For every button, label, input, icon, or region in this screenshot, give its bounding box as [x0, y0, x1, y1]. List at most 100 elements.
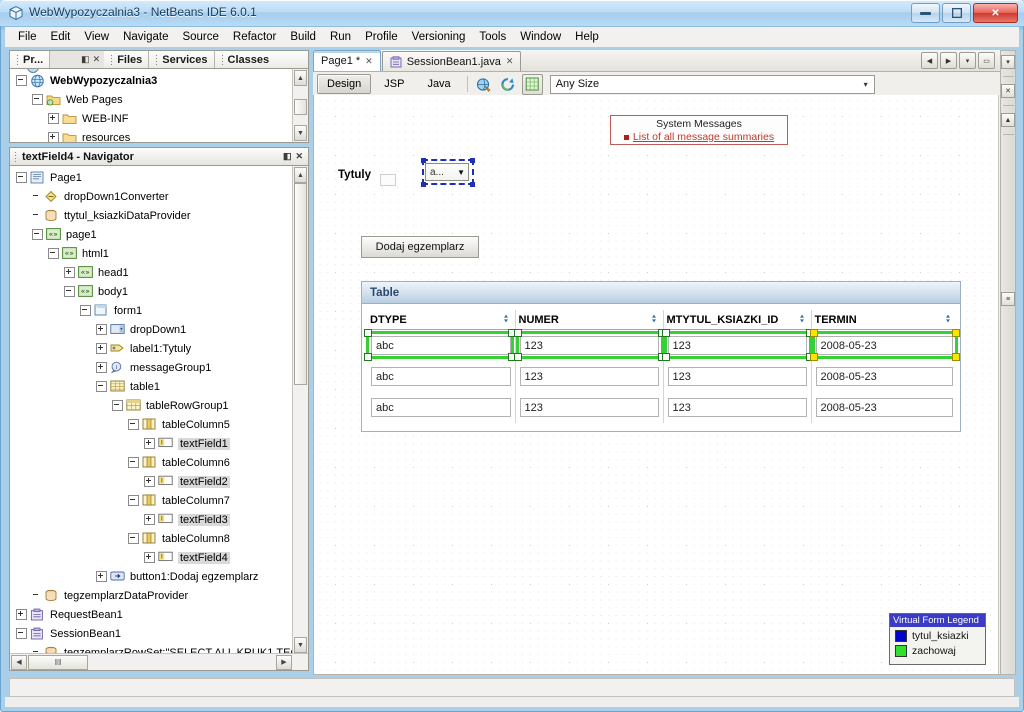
float-icon[interactable]: ◧: [283, 151, 292, 162]
navigator-tree-row[interactable]: i messageGroup1: [10, 358, 293, 377]
preview-in-browser-icon[interactable]: [474, 74, 495, 95]
tree-row-project[interactable]: WebWypozyczalnia3: [10, 71, 293, 90]
menu-file[interactable]: File: [11, 29, 44, 45]
menu-refactor[interactable]: Refactor: [226, 29, 283, 45]
table-cell-textfield[interactable]: 123: [667, 367, 807, 386]
close-icon[interactable]: ✕: [93, 54, 101, 65]
sort-updown-icon[interactable]: [797, 313, 807, 324]
scroll-up-button[interactable]: ▲: [294, 167, 307, 183]
scroll-left-button[interactable]: ◀: [921, 52, 938, 69]
scroll-right-button[interactable]: ▶: [276, 654, 292, 670]
navigator-horizontal-scrollbar[interactable]: ◀ ‖‖ ▶: [10, 653, 308, 670]
expander-icon[interactable]: [144, 476, 155, 487]
projects-vertical-scrollbar[interactable]: ▲ ▼: [292, 69, 308, 142]
page-size-combo[interactable]: Any Size ▾: [549, 74, 875, 94]
menu-source[interactable]: Source: [175, 29, 225, 45]
table-cell-textfield[interactable]: 2008-05-23: [815, 367, 953, 386]
expander-icon[interactable]: [32, 229, 43, 240]
chevron-down-icon[interactable]: ▾: [858, 76, 874, 93]
view-button-design[interactable]: Design: [317, 74, 372, 94]
navigator-tree-row[interactable]: «» head1: [10, 263, 293, 282]
menu-versioning[interactable]: Versioning: [405, 29, 473, 45]
projects-tree[interactable]: WebWypozyczalnia3 Web Pages WEB-INF reso…: [9, 69, 309, 143]
expander-icon[interactable]: [48, 132, 59, 142]
maximize-button[interactable]: ▭: [978, 52, 995, 69]
navigator-tree-row[interactable]: ItextField4: [10, 548, 293, 567]
expander-icon[interactable]: [16, 75, 27, 86]
menu-edit[interactable]: Edit: [44, 29, 78, 45]
minimize-button[interactable]: [911, 3, 940, 23]
expander-icon[interactable]: [144, 514, 155, 525]
palette-close-icon[interactable]: ✕: [1001, 84, 1015, 98]
navigator-tree-row[interactable]: form1: [10, 301, 293, 320]
expander-icon[interactable]: [112, 400, 123, 411]
tree-row-resources[interactable]: resources: [10, 128, 293, 142]
sort-updown-icon[interactable]: [501, 313, 511, 324]
menu-run[interactable]: Run: [323, 29, 358, 45]
menu-profile[interactable]: Profile: [358, 29, 405, 45]
navigator-tree-row[interactable]: dropDown1: [10, 320, 293, 339]
expander-icon[interactable]: [32, 94, 43, 105]
table-cell-textfield[interactable]: 123: [519, 398, 659, 417]
navigator-tree-row[interactable]: «» page1: [10, 225, 293, 244]
expander-icon[interactable]: [48, 113, 59, 124]
expander-icon[interactable]: [64, 286, 75, 297]
virtual-form-legend[interactable]: Virtual Form Legend tytul_ksiazki zachow…: [889, 613, 986, 665]
navigator-tree-row[interactable]: tableColumn6: [10, 453, 293, 472]
expander-icon[interactable]: [96, 324, 107, 335]
scroll-right-button[interactable]: ▶: [940, 52, 957, 69]
column-header-termin[interactable]: TERMIN: [811, 310, 957, 330]
navigator-tree-row[interactable]: label1:Tytuly: [10, 339, 293, 358]
table-cell-textfield[interactable]: abc: [371, 398, 511, 417]
navigator-tree-row[interactable]: button1:Dodaj egzemplarz: [10, 567, 293, 586]
view-button-java[interactable]: Java: [417, 74, 460, 94]
navigator-tree-row[interactable]: «» html1: [10, 244, 293, 263]
expander-icon[interactable]: [144, 552, 155, 563]
float-icon[interactable]: ◧: [81, 54, 90, 65]
navigator-tree-row[interactable]: tegzemplarzDataProvider: [10, 586, 293, 605]
navigator-tree-row[interactable]: ItextField1: [10, 434, 293, 453]
close-button[interactable]: ✕: [973, 3, 1018, 23]
maximize-button[interactable]: [942, 3, 971, 23]
menu-build[interactable]: Build: [283, 29, 323, 45]
expander-icon[interactable]: [48, 248, 59, 259]
table-cell-textfield[interactable]: 123: [519, 367, 659, 386]
message-summaries-link[interactable]: List of all message summaries: [633, 131, 774, 143]
expander-icon[interactable]: [64, 267, 75, 278]
close-icon[interactable]: ✕: [365, 56, 373, 67]
navigator-vertical-scrollbar[interactable]: ▲ ▼: [292, 166, 308, 654]
refresh-icon[interactable]: [498, 74, 519, 95]
resize-handle[interactable]: [421, 182, 426, 187]
navigator-tree-row[interactable]: tableRowGroup1: [10, 396, 293, 415]
tab-list-button[interactable]: ▾: [959, 52, 976, 69]
table-cell-textfield[interactable]: abc: [371, 367, 511, 386]
tab-files[interactable]: Files: [104, 51, 150, 68]
navigator-tree[interactable]: Page1 dropDown1Converter ttytul_ksiazkiDat…: [9, 166, 309, 671]
column-header-mtytul-ksiazki-id[interactable]: MTYTUL_KSIAZKI_ID: [663, 310, 812, 330]
menu-view[interactable]: View: [77, 29, 116, 45]
expander-icon[interactable]: [80, 305, 91, 316]
expander-icon[interactable]: [128, 457, 139, 468]
properties-collapse-icon[interactable]: ▲: [1001, 113, 1015, 127]
expander-icon[interactable]: [144, 438, 155, 449]
resize-handle[interactable]: [470, 182, 475, 187]
table-cell-textfield[interactable]: 123: [519, 336, 659, 355]
tree-row-webpages[interactable]: Web Pages: [10, 90, 293, 109]
scroll-down-button[interactable]: ▼: [294, 125, 307, 141]
navigator-tree-row[interactable]: tableColumn8: [10, 529, 293, 548]
table-cell-textfield[interactable]: 123: [667, 398, 807, 417]
tree-row-webinf[interactable]: WEB-INF: [10, 109, 293, 128]
table-cell-textfield[interactable]: abc: [371, 336, 511, 355]
scroll-left-button[interactable]: ◀: [11, 654, 27, 670]
table-cell-textfield[interactable]: 2008-05-23: [815, 336, 953, 355]
table-widget[interactable]: Table DTYPE NUMER MTYTUL_KSIAZKI_ID TERM…: [361, 281, 961, 432]
scroll-thumb[interactable]: [294, 99, 307, 115]
scroll-down-button[interactable]: ▼: [294, 637, 307, 653]
tab-projects[interactable]: Pr...: [10, 51, 51, 68]
navigator-tree-row[interactable]: SessionBean1: [10, 624, 293, 643]
resize-handle[interactable]: [470, 158, 475, 163]
navigator-tree-row[interactable]: table1: [10, 377, 293, 396]
sort-updown-icon[interactable]: [943, 313, 953, 324]
editor-tab-page1[interactable]: Page1 * ✕: [313, 50, 381, 71]
expander-icon[interactable]: [16, 628, 27, 639]
